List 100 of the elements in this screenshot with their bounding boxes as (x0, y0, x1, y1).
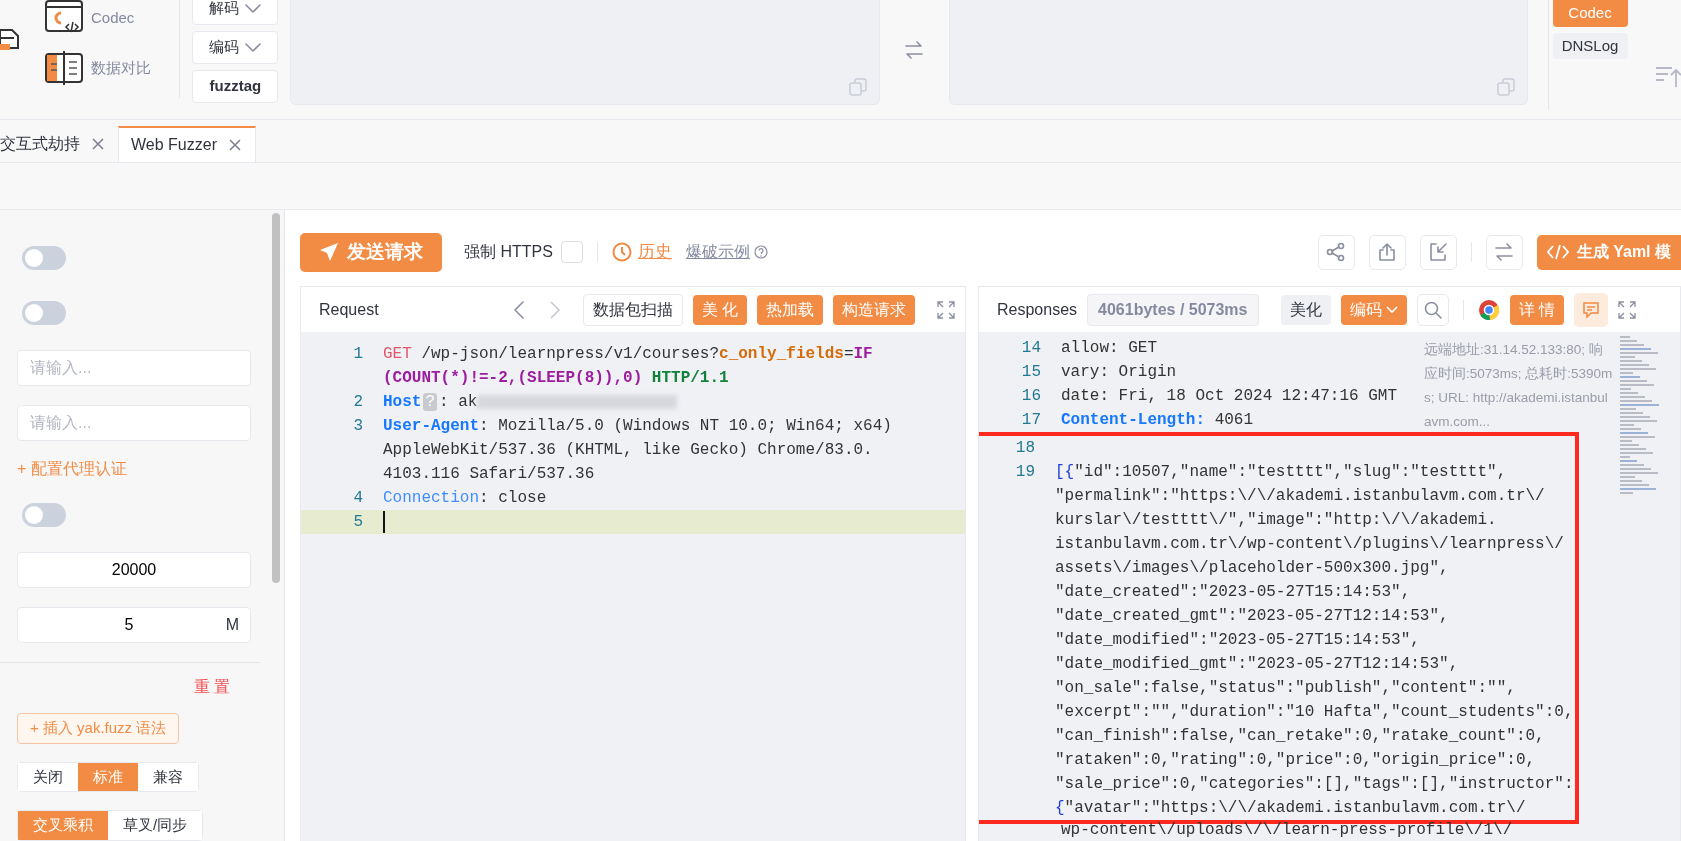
code-text: Host (383, 393, 422, 411)
segment-option[interactable]: 交叉乘积 (18, 811, 108, 840)
line-number: 15 (1020, 362, 1041, 383)
comment-icon[interactable] (1581, 300, 1600, 319)
code-line: wp-content\/uploads\/\/learn-press-profile\/1\/ (1060, 820, 1513, 841)
history-link[interactable]: 历史 (611, 239, 672, 265)
segment-option[interactable]: 标准 (78, 762, 138, 792)
code-line: AppleWebKit/537.36 (KHTML, like Gecko) Chrome/83.0. (382, 440, 873, 461)
action-button[interactable]: 热加载 (757, 294, 823, 325)
code-line: "date_modified_gmt":"2023-05-27T12:14:53", (1054, 654, 1459, 675)
side-tab[interactable]: Codec (1552, 0, 1628, 27)
upload-icon[interactable] (1377, 242, 1398, 262)
code-line: assets\/images\/placeholder-500x300.jpg", (1054, 558, 1449, 579)
send-icon (319, 242, 339, 262)
hint-badge: ? (423, 393, 437, 411)
toggle-switch[interactable] (22, 300, 66, 325)
input-field[interactable]: 请输入... (17, 349, 251, 386)
fuzztag-button[interactable]: fuzztag (192, 70, 279, 103)
share-icon[interactable] (1326, 242, 1347, 262)
code-line: {"avatar":"https:\/\/akademi.istanbulavm.com.tr\/ (1054, 798, 1526, 819)
code-line: vary: Origin (1060, 362, 1177, 383)
code-line: Content-Length: 4061 (1060, 410, 1254, 431)
code-line: (COUNT(*)!=-2,(SLEEP(8)),0) HTTP/1.1 (382, 368, 729, 389)
search-icon[interactable] (1423, 300, 1442, 319)
code-line: kurslar\/testttt\/","image":"http:\/\/akademi. (1054, 510, 1497, 531)
tab[interactable]: Web Fuzzer (118, 126, 256, 162)
action-button[interactable]: 美 化 (692, 294, 747, 325)
tool-label[interactable]: 数据对比 (91, 56, 151, 80)
input-field[interactable]: 请输入... (17, 404, 251, 441)
code-line: istanbulavm.com.tr\/wp-content\/plugins\/learnpress\/ (1054, 534, 1564, 555)
panel-title: Responses (997, 299, 1078, 320)
dropdown-button[interactable]: 编码 (192, 31, 279, 64)
action-button[interactable]: 美化 (1280, 294, 1331, 325)
tool-label[interactable]: Codec (91, 6, 135, 30)
code-line: "can_finish":false,"can_retake":0,"ratake_count":0, (1054, 726, 1545, 747)
line-number: 1 (352, 344, 363, 365)
forward-icon[interactable] (548, 299, 561, 320)
dropdown-button[interactable]: 解码 (192, 0, 279, 25)
line-number: 17 (1020, 410, 1041, 431)
line-number: 5 (352, 512, 363, 533)
code-icon (1546, 244, 1569, 260)
code-line: "on_sale":false,"status":"publish","content":"", (1054, 678, 1516, 699)
toggle-switch[interactable] (22, 502, 66, 527)
action-button[interactable]: 构造请求 (833, 294, 915, 325)
code-line: [{"id":10507,"name":"testttt","slug":"testttt", (1054, 462, 1507, 483)
action-button[interactable]: 数据包扫描 (582, 293, 683, 326)
checkbox[interactable] (560, 241, 583, 263)
line-number: 4 (352, 488, 363, 509)
chevron-down-icon (1385, 305, 1398, 314)
line-number: 3 (352, 416, 363, 437)
response-stats: 4061bytes / 5073ms (1087, 293, 1259, 326)
download-icon[interactable] (1428, 242, 1449, 262)
close-icon[interactable] (228, 139, 241, 151)
code-text: : ak (439, 393, 478, 411)
line-number: 14 (1020, 338, 1041, 359)
expand-icon[interactable] (937, 300, 955, 319)
code-line: "date_created":"2023-05-27T15:14:53", (1054, 582, 1411, 603)
code-line: 4103.116 Safari/537.36 (382, 464, 595, 485)
expand-icon[interactable] (1617, 300, 1636, 319)
code-line: date: Fri, 18 Oct 2024 12:47:16 GMT (1060, 386, 1398, 407)
close-icon[interactable] (92, 138, 104, 150)
swap-icon[interactable] (1494, 243, 1515, 261)
input-field[interactable]: 20000 (17, 551, 251, 588)
swap-icon[interactable] (904, 41, 925, 59)
minimap-drawing[interactable] (1620, 336, 1660, 496)
text-cursor (383, 510, 385, 533)
browser-icon[interactable] (1477, 298, 1500, 321)
code-line: "permalink":"https:\/\/akademi.istanbulavm.com.tr\/ (1054, 486, 1545, 507)
toggle-switch[interactable] (22, 245, 66, 270)
tab[interactable]: 交互式劫持 (0, 126, 118, 162)
side-tab[interactable]: DNSLog (1552, 32, 1628, 59)
connection-info: 远端地址:31.14.52.133:80; 响应时间:5073ms; 总耗时:5390ms; URL: http://akademi.istanbulavm.com... (1424, 341, 1614, 431)
input-area[interactable] (290, 0, 880, 105)
code-line: "excerpt":"","duration":"10 Hafta","count_students":0, (1054, 702, 1574, 723)
panel-title: Request (319, 299, 379, 320)
proxy-auth-link[interactable]: + 配置代理认证 (17, 456, 127, 481)
code-line: "rataken":0,"rating":0,"price":0,"origin_price":0, (1054, 750, 1536, 771)
reset-link[interactable]: 重 置 (17, 675, 272, 700)
action-button[interactable]: 详 情 (1509, 294, 1564, 325)
line-number: 2 (352, 392, 363, 413)
help-icon[interactable] (753, 245, 768, 259)
code-line: User-Agent: Mozilla/5.0 (Windows NT 10.0; Win64; x64) (382, 416, 892, 437)
code-line: Connection: close (382, 488, 547, 509)
example-link[interactable]: 爆破示例 (685, 240, 750, 264)
scrollbar[interactable] (272, 213, 280, 583)
insert-syntax-button[interactable]: + 插入 yak.fuzz 语法 (17, 713, 180, 744)
compare-icon[interactable] (45, 50, 83, 86)
code-editor[interactable] (979, 332, 1680, 841)
clock-icon (611, 242, 632, 262)
back-icon[interactable] (512, 299, 525, 320)
code-line: "sale_price":0,"categories":[],"tags":[],"instructor": (1054, 774, 1574, 795)
code-line: "date_created_gmt":"2023-05-27T12:14:53", (1054, 606, 1449, 627)
unit-label: M (225, 614, 239, 635)
dropdown-button[interactable]: 编码 (1340, 294, 1407, 325)
yaml-button[interactable]: 生成 Yaml 模 (1536, 234, 1681, 270)
line-number: 18 (1014, 438, 1035, 459)
code-line: allow: GET (1060, 338, 1157, 359)
line-number: 19 (1014, 462, 1035, 483)
code-line: "date_modified":"2023-05-27T15:14:53", (1054, 630, 1420, 651)
send-button[interactable]: 发送请求 (300, 232, 442, 272)
